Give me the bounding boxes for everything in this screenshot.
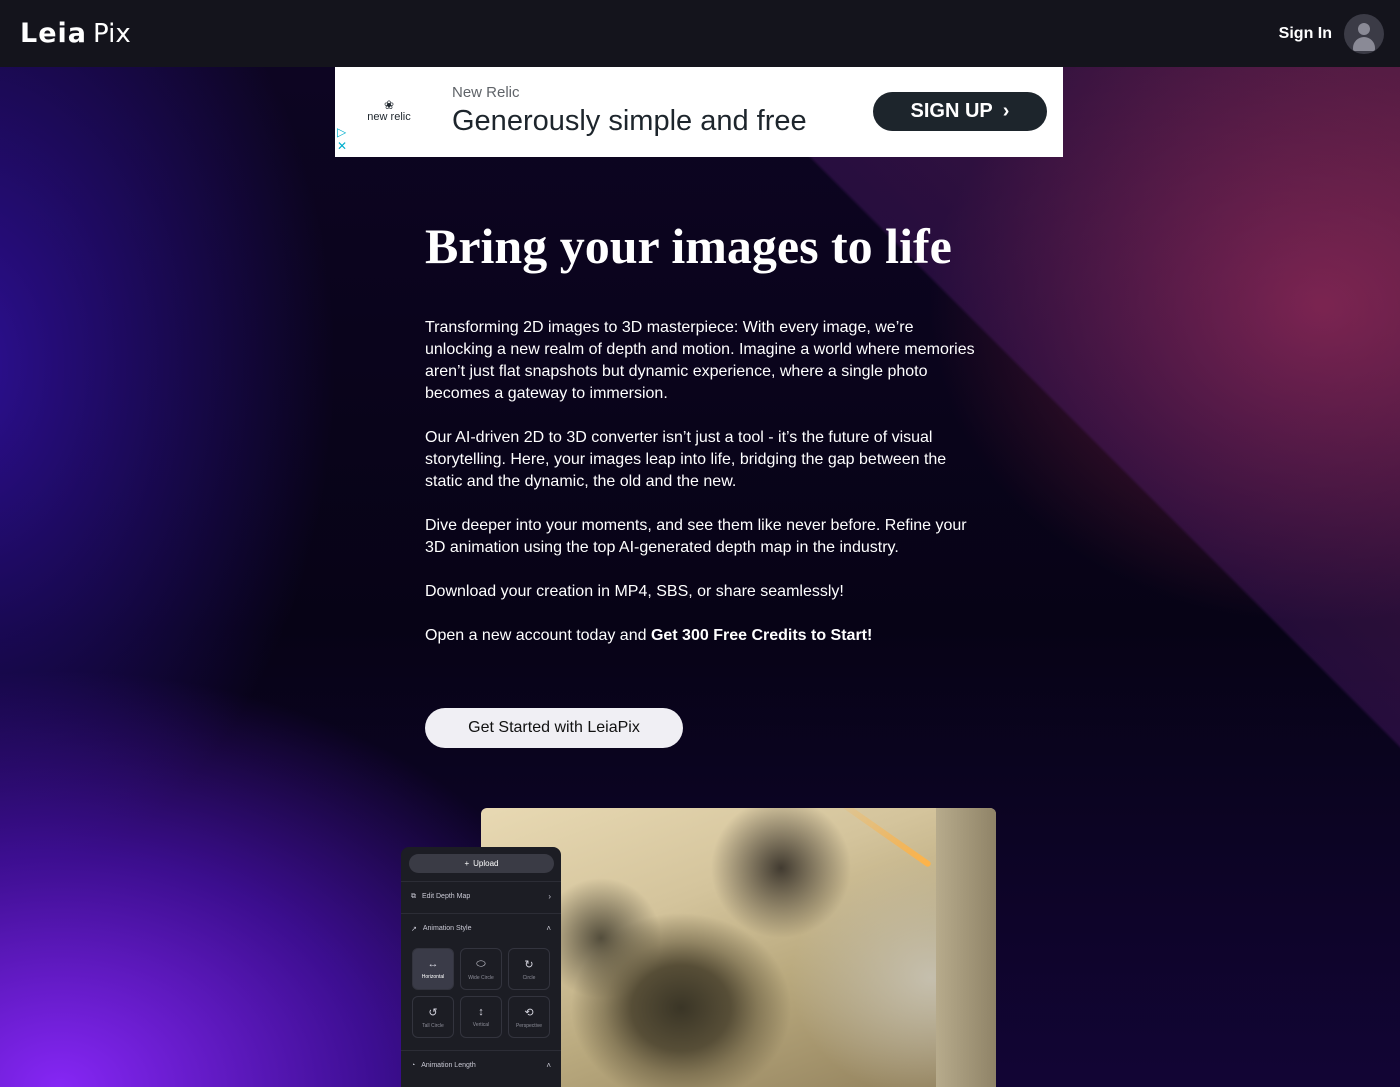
animation-length-header[interactable]: ◔ Animation Length ˄ bbox=[401, 1050, 561, 1080]
offer-prefix: Open a new account today and bbox=[425, 627, 651, 644]
logo-leia-text: Leia bbox=[20, 18, 87, 49]
leiapix-logo[interactable]: Leia Pix bbox=[20, 18, 131, 49]
avatar-head-shape bbox=[1358, 22, 1370, 35]
new-relic-logo-text: new relic bbox=[367, 111, 411, 123]
style-label: Wide Circle bbox=[468, 974, 494, 981]
ad-headline: Generously simple and free bbox=[452, 105, 807, 137]
offer-bold: Get 300 Free Credits to Start! bbox=[650, 627, 873, 644]
style-vertical[interactable]: ↕ Vertical bbox=[460, 996, 502, 1038]
perspective-icon: ⟲ bbox=[524, 1006, 534, 1019]
avatar-shoulders-shape bbox=[1353, 36, 1375, 51]
depth-map-icon: ⧉ bbox=[411, 892, 416, 900]
chevron-right-icon: › bbox=[1002, 100, 1010, 122]
get-started-button[interactable]: Get Started with LeiaPix bbox=[425, 708, 683, 748]
hero-offer: Open a new account today and Get 300 Fre… bbox=[425, 625, 985, 647]
sign-in-link[interactable]: Sign In bbox=[1279, 25, 1332, 43]
ad-banner[interactable]: ❀ new relic New Relic Generously simple … bbox=[335, 67, 1063, 157]
hero-paragraph-2: Our AI-driven 2D to 3D converter isn’t j… bbox=[425, 429, 947, 490]
chevron-up-icon: ˄ bbox=[546, 1061, 551, 1070]
chevron-up-icon: ˄ bbox=[546, 924, 551, 933]
editor-panel: + Upload ⧉ Edit Depth Map › ↗ Animation … bbox=[401, 847, 561, 1087]
edit-depth-map-row[interactable]: ⧉ Edit Depth Map › bbox=[401, 881, 561, 911]
hero-paragraph-4: Download your creation in MP4, SBS, or s… bbox=[425, 583, 844, 600]
style-label: Perspective bbox=[515, 1022, 543, 1029]
user-avatar-icon[interactable] bbox=[1344, 13, 1384, 54]
hero-title: Bring your images to life bbox=[425, 218, 952, 274]
style-circle[interactable]: ↻ Circle bbox=[508, 948, 550, 990]
preview-missile-streak bbox=[830, 808, 932, 868]
adchoices[interactable]: ▷ ✕ bbox=[337, 125, 347, 153]
style-label: Circle bbox=[522, 974, 536, 981]
logo-pix-text: Pix bbox=[93, 19, 131, 49]
style-horizontal[interactable]: ↔ Horizontal bbox=[412, 948, 454, 990]
style-tall-circle[interactable]: ↺ Tall Circle bbox=[412, 996, 454, 1038]
wide-circle-icon: ⬭ bbox=[476, 957, 486, 970]
top-navbar: Leia Pix Sign In bbox=[0, 0, 1400, 67]
hero-paragraph-1: Transforming 2D images to 3D masterpiece… bbox=[425, 319, 975, 402]
hero-content: Bring your images to life Transforming 2… bbox=[425, 215, 985, 669]
tall-circle-icon: ↺ bbox=[428, 1006, 438, 1019]
hero-paragraph-3: Dive deeper into your moments, and see t… bbox=[425, 517, 967, 556]
horizontal-arrows-icon: ↔ bbox=[427, 958, 439, 970]
upload-label: Upload bbox=[473, 859, 499, 868]
edit-depth-map-label: Edit Depth Map bbox=[422, 893, 471, 900]
style-label: Vertical bbox=[472, 1022, 490, 1028]
style-label: Tall Circle bbox=[422, 1022, 444, 1029]
new-relic-logo-icon: ❀ bbox=[383, 98, 395, 112]
header-actions: Sign In bbox=[1279, 13, 1384, 54]
clock-icon: ◔ bbox=[411, 1062, 416, 1069]
ad-sign-up-label: SIGN UP bbox=[910, 100, 993, 122]
animation-length-label: Animation Length bbox=[421, 1062, 476, 1069]
adchoices-close-icon[interactable]: ✕ bbox=[337, 139, 347, 153]
style-label: Horizontal bbox=[421, 974, 445, 980]
new-relic-logo: ❀ new relic bbox=[365, 99, 413, 123]
upload-button[interactable]: + Upload bbox=[409, 854, 554, 873]
animation-style-label: Animation Style bbox=[422, 925, 472, 932]
circle-icon: ↻ bbox=[524, 958, 534, 971]
preview-soldier-figure bbox=[571, 898, 811, 1087]
vertical-arrows-icon: ↕ bbox=[478, 1006, 484, 1018]
chevron-right-icon: › bbox=[548, 892, 551, 901]
ad-sign-up-button[interactable]: SIGN UP › bbox=[873, 92, 1047, 131]
adchoices-play-icon[interactable]: ▷ bbox=[337, 125, 347, 139]
animation-style-icon: ↗ bbox=[411, 925, 417, 933]
plus-icon: + bbox=[464, 859, 470, 868]
style-wide-circle[interactable]: ⬭ Wide Circle bbox=[460, 948, 502, 990]
hero-description: Transforming 2D images to 3D masterpiece… bbox=[425, 317, 985, 647]
style-perspective[interactable]: ⟲ Perspective bbox=[508, 996, 550, 1038]
animation-style-header[interactable]: ↗ Animation Style ˄ bbox=[401, 913, 561, 943]
preview-building bbox=[936, 808, 996, 1087]
ad-advertiser: New Relic bbox=[452, 84, 520, 101]
